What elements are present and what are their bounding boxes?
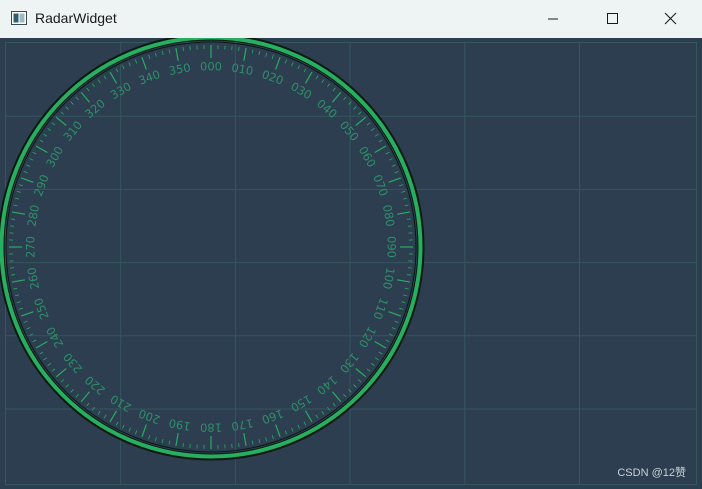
bearing-label: 000 <box>200 60 222 74</box>
dial-tick <box>10 218 15 220</box>
radar-canvas-area: 000 010 020 030 040 050 060 070 080 090 100 110 120 1… <box>0 38 702 489</box>
close-icon <box>664 12 677 25</box>
dial-tick <box>407 218 412 220</box>
dial-tick <box>10 274 15 276</box>
app-window-icon <box>11 11 27 25</box>
title-bar[interactable]: RadarWidget <box>0 0 702 39</box>
minimize-icon <box>548 18 558 20</box>
window-title: RadarWidget <box>35 10 117 26</box>
radar-scene: 000 010 0200300400500600700800901001101201… <box>0 38 702 489</box>
watermark: CSDN @12赞 <box>617 467 686 479</box>
close-button[interactable] <box>648 0 694 38</box>
maximize-button[interactable] <box>589 0 635 38</box>
dial-tick <box>238 46 240 51</box>
dial-tick <box>407 274 412 276</box>
dial-tick <box>238 443 240 448</box>
bearing-label: 180 <box>200 421 222 435</box>
dial-tick <box>182 443 184 448</box>
dial-tick <box>182 46 184 51</box>
maximize-icon <box>607 13 618 24</box>
bearing-label: 090 <box>385 236 399 258</box>
minimize-button[interactable] <box>530 0 576 38</box>
bearing-label: 270 <box>24 236 38 258</box>
radar-widget-window: RadarWidget 000 010 020 030 040 050 060 070 080 0… <box>0 0 702 489</box>
